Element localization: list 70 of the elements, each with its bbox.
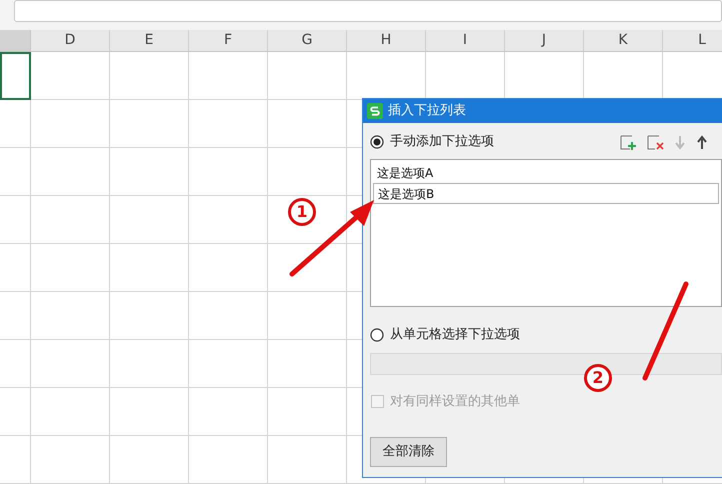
table-cell[interactable] bbox=[0, 388, 31, 436]
table-cell[interactable] bbox=[189, 388, 268, 436]
table-cell[interactable] bbox=[31, 436, 110, 484]
column-header[interactable]: I bbox=[462, 30, 468, 51]
options-list[interactable]: 这是选项A 这是选项B bbox=[370, 159, 722, 307]
table-cell[interactable] bbox=[189, 196, 268, 244]
table-cell[interactable] bbox=[0, 436, 31, 484]
delete-item-icon[interactable] bbox=[647, 134, 664, 150]
table-cell[interactable] bbox=[0, 340, 31, 388]
table-cell[interactable] bbox=[31, 340, 110, 388]
table-cell[interactable] bbox=[268, 340, 347, 388]
table-cell[interactable] bbox=[268, 148, 347, 196]
table-cell[interactable] bbox=[110, 388, 189, 436]
radio-button[interactable] bbox=[370, 135, 384, 149]
table-cell[interactable] bbox=[189, 100, 268, 148]
column-header[interactable]: K bbox=[618, 30, 628, 51]
window-title: 插入下拉列表 bbox=[388, 102, 466, 120]
formula-input[interactable] bbox=[14, 0, 722, 22]
table-cell[interactable] bbox=[31, 244, 110, 292]
radio-label[interactable]: 从单元格选择下拉选项 bbox=[390, 325, 520, 344]
column-header[interactable]: H bbox=[380, 30, 392, 51]
table-cell[interactable] bbox=[189, 52, 268, 100]
selected-cell[interactable] bbox=[0, 52, 31, 100]
table-cell[interactable] bbox=[0, 196, 31, 244]
table-cell[interactable] bbox=[0, 148, 31, 196]
table-cell[interactable] bbox=[268, 244, 347, 292]
table-cell[interactable] bbox=[31, 52, 110, 100]
table-cell[interactable] bbox=[31, 148, 110, 196]
table-cell[interactable] bbox=[268, 388, 347, 436]
add-item-icon[interactable] bbox=[620, 134, 637, 150]
table-cell[interactable] bbox=[0, 100, 31, 148]
list-item[interactable]: 这是选项A bbox=[371, 162, 721, 183]
column-header[interactable]: E bbox=[144, 30, 154, 51]
table-cell[interactable] bbox=[189, 340, 268, 388]
column-header[interactable]: J bbox=[542, 30, 546, 51]
table-cell[interactable] bbox=[110, 244, 189, 292]
table-cell[interactable] bbox=[31, 292, 110, 340]
table-cell[interactable] bbox=[110, 436, 189, 484]
app-logo-icon bbox=[367, 103, 383, 119]
column-header[interactable]: L bbox=[698, 30, 706, 51]
table-cell[interactable] bbox=[268, 292, 347, 340]
table-cell[interactable] bbox=[110, 100, 189, 148]
table-cell[interactable] bbox=[110, 340, 189, 388]
move-up-icon[interactable] bbox=[696, 134, 708, 150]
step-number-overlay: 1 bbox=[288, 198, 316, 226]
table-cell[interactable] bbox=[110, 148, 189, 196]
select-all-corner[interactable] bbox=[0, 30, 31, 51]
table-cell[interactable] bbox=[189, 436, 268, 484]
table-cell[interactable] bbox=[110, 196, 189, 244]
table-cell[interactable] bbox=[110, 292, 189, 340]
list-item[interactable]: 这是选项B bbox=[373, 183, 719, 204]
clear-all-button[interactable]: 全部清除 bbox=[370, 437, 447, 467]
table-cell[interactable] bbox=[268, 52, 347, 100]
table-cell[interactable] bbox=[31, 100, 110, 148]
table-cell[interactable] bbox=[189, 292, 268, 340]
column-header[interactable]: G bbox=[302, 30, 312, 51]
table-cell[interactable] bbox=[0, 244, 31, 292]
move-down-icon[interactable] bbox=[674, 134, 686, 150]
table-cell[interactable] bbox=[110, 52, 189, 100]
table-cell[interactable] bbox=[268, 100, 347, 148]
column-header[interactable]: D bbox=[64, 30, 76, 51]
table-cell[interactable] bbox=[31, 196, 110, 244]
table-cell[interactable] bbox=[31, 388, 110, 436]
table-cell[interactable] bbox=[189, 148, 268, 196]
table-cell[interactable] bbox=[0, 292, 31, 340]
radio-button[interactable] bbox=[370, 328, 384, 342]
table-cell[interactable] bbox=[189, 244, 268, 292]
column-header[interactable]: F bbox=[224, 30, 232, 51]
table-cell[interactable] bbox=[268, 436, 347, 484]
radio-label[interactable]: 手动添加下拉选项 bbox=[390, 132, 494, 152]
